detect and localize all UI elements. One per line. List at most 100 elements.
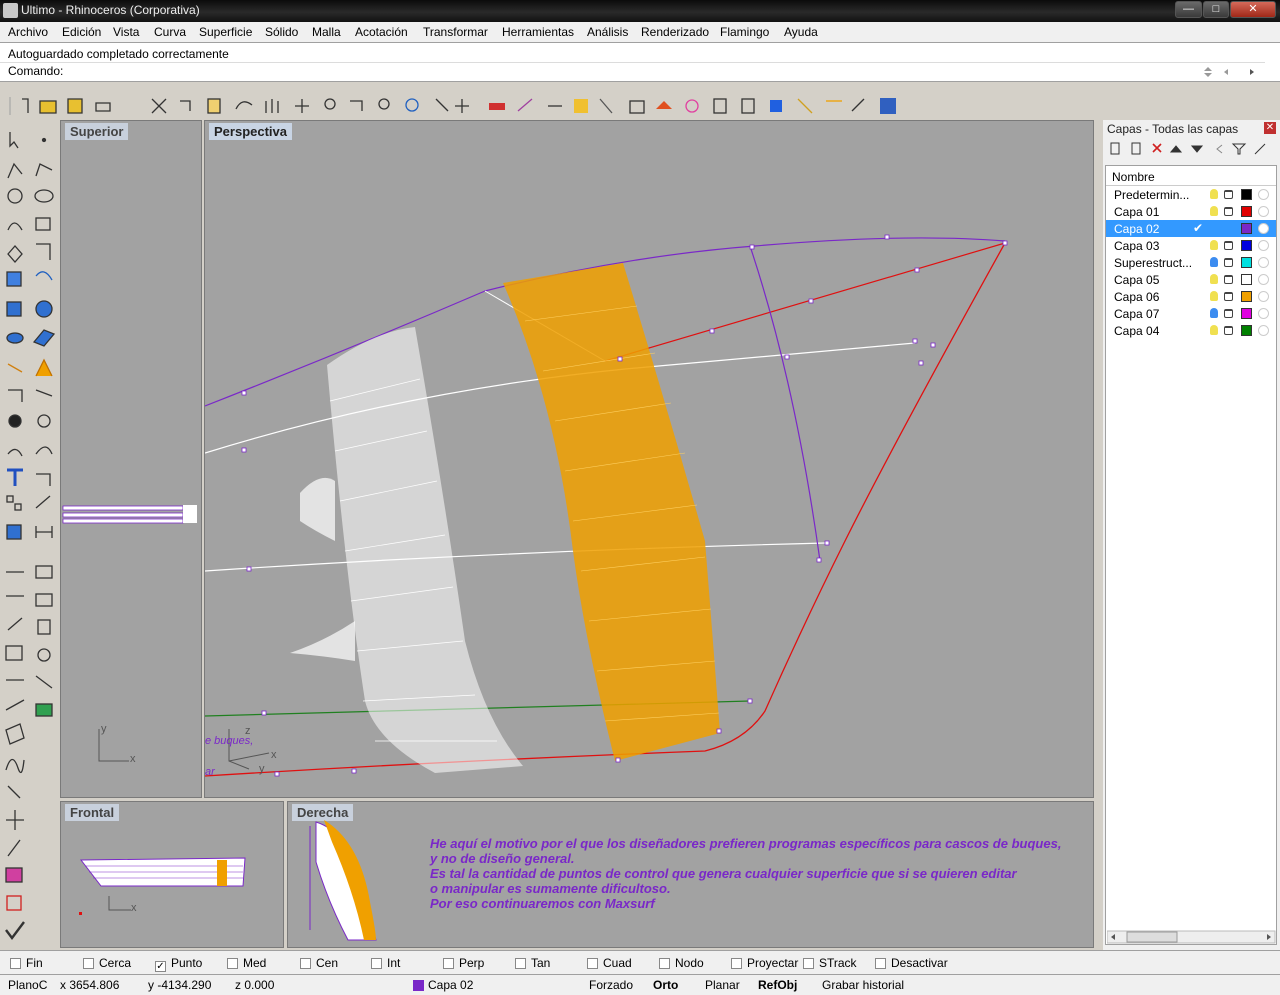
osnap-checkbox[interactable] (515, 958, 526, 969)
lock-icon[interactable] (1224, 190, 1233, 199)
menu-renderizado[interactable]: Renderizado (641, 25, 709, 39)
layer-row[interactable]: Superestruct... (1106, 254, 1276, 271)
osnap-checkbox[interactable] (803, 958, 814, 969)
status-refobj[interactable]: RefObj (758, 978, 797, 992)
bulb-icon[interactable] (1210, 274, 1218, 284)
viewport-front[interactable]: Frontal x (60, 801, 284, 948)
command-scroll-arrows[interactable] (1200, 64, 1270, 80)
lock-icon[interactable] (1224, 258, 1233, 267)
layer-color-swatch[interactable] (1241, 240, 1252, 251)
viewport-top[interactable]: Superior y x (60, 120, 202, 798)
material-icon[interactable] (1258, 308, 1269, 319)
osnap-nodo[interactable]: Nodo (659, 956, 704, 970)
layers-close-icon[interactable]: ✕ (1264, 122, 1276, 134)
menu-curva[interactable]: Curva (154, 25, 186, 39)
material-icon[interactable] (1258, 206, 1269, 217)
layer-color-swatch[interactable] (1241, 189, 1252, 200)
material-icon[interactable] (1258, 189, 1269, 200)
layer-color-swatch[interactable] (1241, 206, 1252, 217)
layer-row[interactable]: Capa 02 ✔ (1106, 220, 1276, 237)
viewport-perspective[interactable]: Perspectiva e buques, ar z x y (204, 120, 1215, 798)
osnap-fin[interactable]: Fin (10, 956, 43, 970)
layer-row[interactable]: Capa 05 (1106, 271, 1276, 288)
osnap-checkbox[interactable] (659, 958, 670, 969)
menu-flamingo[interactable]: Flamingo (720, 25, 769, 39)
status-planar[interactable]: Planar (705, 978, 740, 992)
osnap-checkbox[interactable] (443, 958, 454, 969)
layer-color-swatch[interactable] (1241, 308, 1252, 319)
layer-color-swatch[interactable] (1241, 257, 1252, 268)
osnap-punto[interactable]: ✓ Punto (155, 956, 202, 972)
osnap-checkbox[interactable]: ✓ (155, 961, 166, 972)
material-icon[interactable] (1258, 240, 1269, 251)
osnap-checkbox[interactable] (875, 958, 886, 969)
layer-row[interactable]: Capa 01 (1106, 203, 1276, 220)
viewport-right[interactable]: Derecha He aquí el motivo por el que los… (287, 801, 1094, 948)
bulb-icon[interactable] (1210, 189, 1218, 199)
lock-icon[interactable] (1224, 292, 1233, 301)
menu-acotacion[interactable]: Acotación (355, 25, 408, 39)
menu-transformar[interactable]: Transformar (423, 25, 488, 39)
osnap-proyectar[interactable]: Proyectar (731, 956, 798, 970)
toolbar-icons[interactable] (0, 91, 910, 119)
menu-ayuda[interactable]: Ayuda (784, 25, 818, 39)
bulb-icon[interactable] (1210, 206, 1218, 216)
osnap-med[interactable]: Med (227, 956, 266, 970)
command-prompt[interactable]: Comando: (8, 64, 63, 78)
osnap-cerca[interactable]: Cerca (83, 956, 131, 970)
osnap-strack[interactable]: STrack (803, 956, 857, 970)
status-cplane[interactable]: PlanoC (8, 978, 47, 992)
osnap-cuad[interactable]: Cuad (587, 956, 632, 970)
menu-edicion[interactable]: Edición (62, 25, 101, 39)
lock-icon[interactable] (1224, 309, 1233, 318)
menu-superficie[interactable]: Superficie (199, 25, 252, 39)
maximize-button[interactable]: □ (1203, 1, 1229, 18)
layers-scrollbar[interactable] (1107, 930, 1277, 944)
osnap-checkbox[interactable] (10, 958, 21, 969)
left-tool-icons[interactable] (0, 120, 60, 950)
material-icon[interactable] (1258, 325, 1269, 336)
layer-row[interactable]: Capa 03 (1106, 237, 1276, 254)
menu-solido[interactable]: Sólido (265, 25, 298, 39)
bulb-icon[interactable] (1210, 308, 1218, 318)
osnap-checkbox[interactable] (731, 958, 742, 969)
status-orto[interactable]: Orto (653, 978, 678, 992)
status-forzado[interactable]: Forzado (589, 978, 633, 992)
material-icon[interactable] (1258, 257, 1269, 268)
menu-vista[interactable]: Vista (113, 25, 139, 39)
material-icon[interactable] (1258, 291, 1269, 302)
osnap-checkbox[interactable] (587, 958, 598, 969)
layer-color-swatch[interactable] (1241, 325, 1252, 336)
status-history[interactable]: Grabar historial (822, 978, 904, 992)
menu-herramientas[interactable]: Herramientas (502, 25, 574, 39)
layer-row[interactable]: Capa 04 (1106, 322, 1276, 339)
osnap-checkbox[interactable] (371, 958, 382, 969)
lock-icon[interactable] (1224, 207, 1233, 216)
material-icon[interactable] (1258, 223, 1269, 234)
lock-icon[interactable] (1224, 241, 1233, 250)
layer-color-swatch[interactable] (1241, 274, 1252, 285)
layers-toolbar[interactable] (1107, 140, 1277, 158)
close-button[interactable]: ✕ (1230, 1, 1276, 18)
osnap-int[interactable]: Int (371, 956, 400, 970)
lock-icon[interactable] (1224, 326, 1233, 335)
layer-color-swatch[interactable] (1241, 223, 1252, 234)
osnap-checkbox[interactable] (300, 958, 311, 969)
bulb-icon[interactable] (1210, 240, 1218, 250)
menu-malla[interactable]: Malla (312, 25, 341, 39)
menu-analisis[interactable]: Análisis (587, 25, 628, 39)
bulb-icon[interactable] (1210, 325, 1218, 335)
menu-archivo[interactable]: Archivo (8, 25, 48, 39)
layer-row[interactable]: Capa 06 (1106, 288, 1276, 305)
layer-color-swatch[interactable] (1241, 291, 1252, 302)
osnap-perp[interactable]: Perp (443, 956, 484, 970)
bulb-icon[interactable] (1210, 291, 1218, 301)
lock-icon[interactable] (1224, 275, 1233, 284)
osnap-tan[interactable]: Tan (515, 956, 550, 970)
minimize-button[interactable]: — (1175, 1, 1202, 18)
osnap-checkbox[interactable] (83, 958, 94, 969)
osnap-cen[interactable]: Cen (300, 956, 338, 970)
material-icon[interactable] (1258, 274, 1269, 285)
osnap-checkbox[interactable] (227, 958, 238, 969)
osnap-desactivar[interactable]: Desactivar (875, 956, 948, 970)
